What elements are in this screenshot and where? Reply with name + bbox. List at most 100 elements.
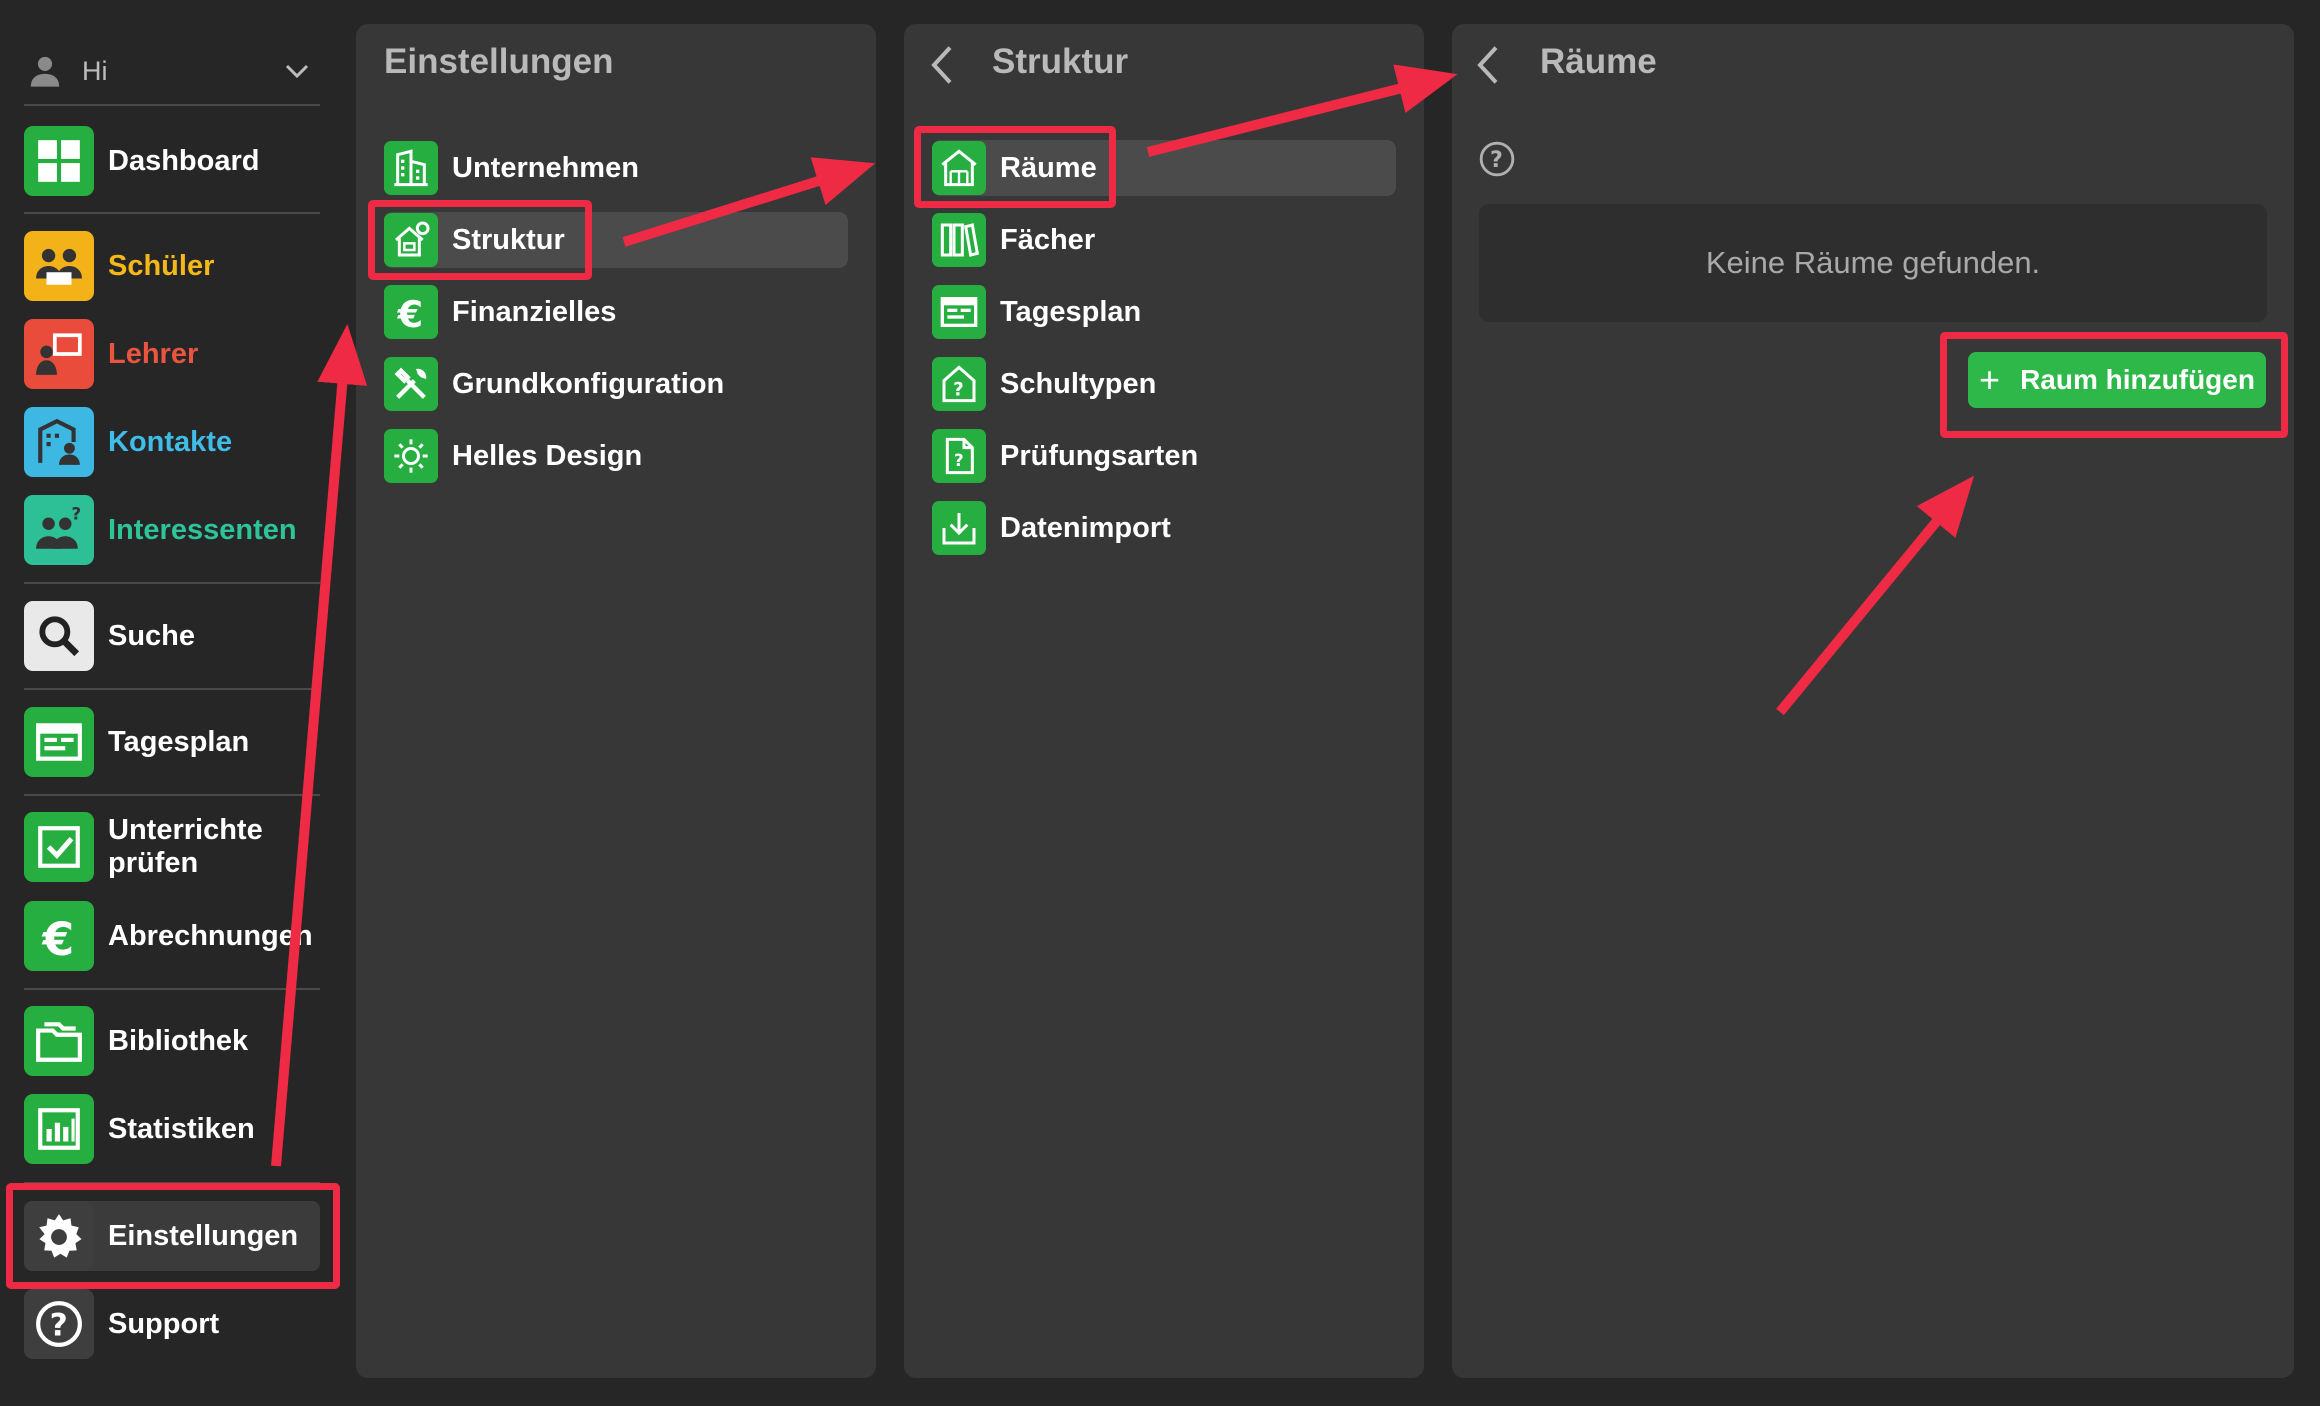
person-icon bbox=[30, 56, 60, 87]
divider bbox=[24, 1182, 320, 1184]
checkbox-icon bbox=[24, 812, 94, 882]
dashboard-icon bbox=[24, 126, 94, 196]
structure-item-faecher[interactable]: Fächer bbox=[932, 212, 1095, 268]
sidebar-item-dashboard[interactable]: Dashboard bbox=[24, 126, 320, 196]
add-room-button[interactable]: + Raum hinzufügen bbox=[1968, 352, 2266, 408]
sidebar-item-interessenten[interactable]: ? Interessenten bbox=[24, 495, 320, 565]
menu-item-label: Fächer bbox=[1000, 223, 1096, 256]
svg-text:?: ? bbox=[1490, 147, 1503, 173]
structure-panel-title: Struktur bbox=[992, 42, 1129, 81]
svg-text:?: ? bbox=[50, 1307, 68, 1343]
sidebar-item-support[interactable]: ? Support bbox=[24, 1289, 320, 1359]
empty-state-message: Keine Räume gefunden. bbox=[1479, 204, 2267, 322]
dayplan-icon bbox=[24, 707, 94, 777]
menu-item-label: Struktur bbox=[452, 223, 565, 256]
structure-item-tagesplan[interactable]: Tagesplan bbox=[932, 284, 1141, 340]
euro-icon: € bbox=[24, 901, 94, 971]
dayplan-icon bbox=[932, 285, 986, 339]
teacher-icon bbox=[24, 319, 94, 389]
sidebar-item-unterrichte-pruefen[interactable]: Unterrichte prüfen bbox=[24, 812, 320, 882]
back-chevron-icon[interactable] bbox=[926, 42, 958, 88]
sidebar-item-label: Tagesplan bbox=[108, 725, 250, 758]
sidebar-item-statistiken[interactable]: Statistiken bbox=[24, 1094, 320, 1164]
sidebar-item-label: Support bbox=[108, 1307, 220, 1340]
building-icon bbox=[384, 141, 438, 195]
structure-item-datenimport[interactable]: Datenimport bbox=[932, 500, 1171, 556]
settings-item-struktur[interactable]: Struktur bbox=[384, 212, 565, 268]
divider bbox=[24, 688, 320, 690]
svg-text:?: ? bbox=[72, 505, 82, 524]
rooms-panel-title: Räume bbox=[1540, 42, 1657, 81]
sidebar-item-label: Dashboard bbox=[108, 144, 260, 177]
gear-icon bbox=[24, 1201, 94, 1271]
divider bbox=[24, 988, 320, 990]
sidebar-item-label: Lehrer bbox=[108, 337, 199, 370]
divider bbox=[24, 212, 320, 214]
svg-text:?: ? bbox=[954, 451, 964, 470]
structure-item-raeume[interactable]: Räume bbox=[932, 140, 1097, 196]
euro-icon: € bbox=[384, 285, 438, 339]
sidebar-item-label: Statistiken bbox=[108, 1112, 255, 1145]
support-icon: ? bbox=[24, 1289, 94, 1359]
menu-item-label: Tagesplan bbox=[1000, 295, 1142, 328]
structure-item-schultypen[interactable]: ? Schultypen bbox=[932, 356, 1156, 412]
structure-item-pruefungsarten[interactable]: ? Prüfungsarten bbox=[932, 428, 1198, 484]
add-room-button-label: Raum hinzufügen bbox=[2020, 364, 2255, 395]
sidebar-item-label: Suche bbox=[108, 619, 196, 652]
help-icon[interactable]: ? bbox=[1478, 140, 1516, 178]
menu-item-label: Datenimport bbox=[1000, 511, 1171, 544]
settings-item-unternehmen[interactable]: Unternehmen bbox=[384, 140, 639, 196]
contacts-icon bbox=[24, 407, 94, 477]
sidebar-item-lehrer[interactable]: Lehrer bbox=[24, 319, 320, 389]
exam-doc-icon: ? bbox=[932, 429, 986, 483]
school-type-icon: ? bbox=[932, 357, 986, 411]
sidebar-item-label: Kontakte bbox=[108, 425, 233, 458]
settings-item-grundkonfiguration[interactable]: Grundkonfiguration bbox=[384, 356, 724, 412]
settings-panel-title: Einstellungen bbox=[384, 42, 614, 81]
sidebar-item-abrechnungen[interactable]: € Abrechnungen bbox=[24, 901, 320, 971]
user-name: Hi bbox=[82, 55, 108, 86]
binders-icon bbox=[932, 213, 986, 267]
svg-text:€: € bbox=[397, 293, 424, 332]
folder-icon bbox=[24, 1006, 94, 1076]
sidebar-item-einstellungen[interactable]: Einstellungen bbox=[24, 1201, 320, 1271]
menu-item-label: Räume bbox=[1000, 151, 1097, 184]
sidebar-item-tagesplan[interactable]: Tagesplan bbox=[24, 707, 320, 777]
students-icon bbox=[24, 231, 94, 301]
sidebar-item-suche[interactable]: Suche bbox=[24, 601, 320, 671]
menu-item-label: Helles Design bbox=[452, 439, 643, 472]
import-icon bbox=[932, 501, 986, 555]
sidebar: Hi Dashboard Schüler Lehrer Kontakte ? I… bbox=[0, 0, 340, 1406]
menu-item-label: Unternehmen bbox=[452, 151, 639, 184]
sidebar-item-label: Schüler bbox=[108, 249, 215, 282]
menu-item-label: Prüfungsarten bbox=[1000, 439, 1199, 472]
chevron-down-icon[interactable] bbox=[282, 56, 312, 86]
svg-text:€: € bbox=[41, 912, 74, 961]
sidebar-item-label: Einstellungen bbox=[108, 1219, 299, 1252]
sidebar-item-label: Bibliothek bbox=[108, 1024, 249, 1057]
user-menu[interactable]: Hi bbox=[24, 46, 320, 96]
divider bbox=[24, 104, 320, 106]
stats-icon bbox=[24, 1094, 94, 1164]
menu-item-label: Grundkonfiguration bbox=[452, 367, 725, 400]
svg-text:?: ? bbox=[953, 380, 964, 401]
sidebar-item-label: Interessenten bbox=[108, 513, 297, 546]
back-chevron-icon[interactable] bbox=[1472, 42, 1504, 88]
plus-icon: + bbox=[1979, 359, 2001, 400]
divider bbox=[24, 794, 320, 796]
settings-item-helles-design[interactable]: Helles Design bbox=[384, 428, 642, 484]
sun-icon bbox=[384, 429, 438, 483]
menu-item-label: Finanzielles bbox=[452, 295, 617, 328]
sidebar-item-schueler[interactable]: Schüler bbox=[24, 231, 320, 301]
search-icon bbox=[24, 601, 94, 671]
divider bbox=[24, 582, 320, 584]
settings-item-finanzielles[interactable]: € Finanzielles bbox=[384, 284, 616, 340]
sidebar-item-label: Abrechnungen bbox=[108, 919, 313, 952]
tools-icon bbox=[384, 357, 438, 411]
sidebar-item-kontakte[interactable]: Kontakte bbox=[24, 407, 320, 477]
sidebar-item-label: Unterrichte prüfen bbox=[108, 814, 263, 879]
rooms-icon bbox=[932, 141, 986, 195]
menu-item-label: Schultypen bbox=[1000, 367, 1157, 400]
house-gear-icon bbox=[384, 213, 438, 267]
sidebar-item-bibliothek[interactable]: Bibliothek bbox=[24, 1006, 320, 1076]
